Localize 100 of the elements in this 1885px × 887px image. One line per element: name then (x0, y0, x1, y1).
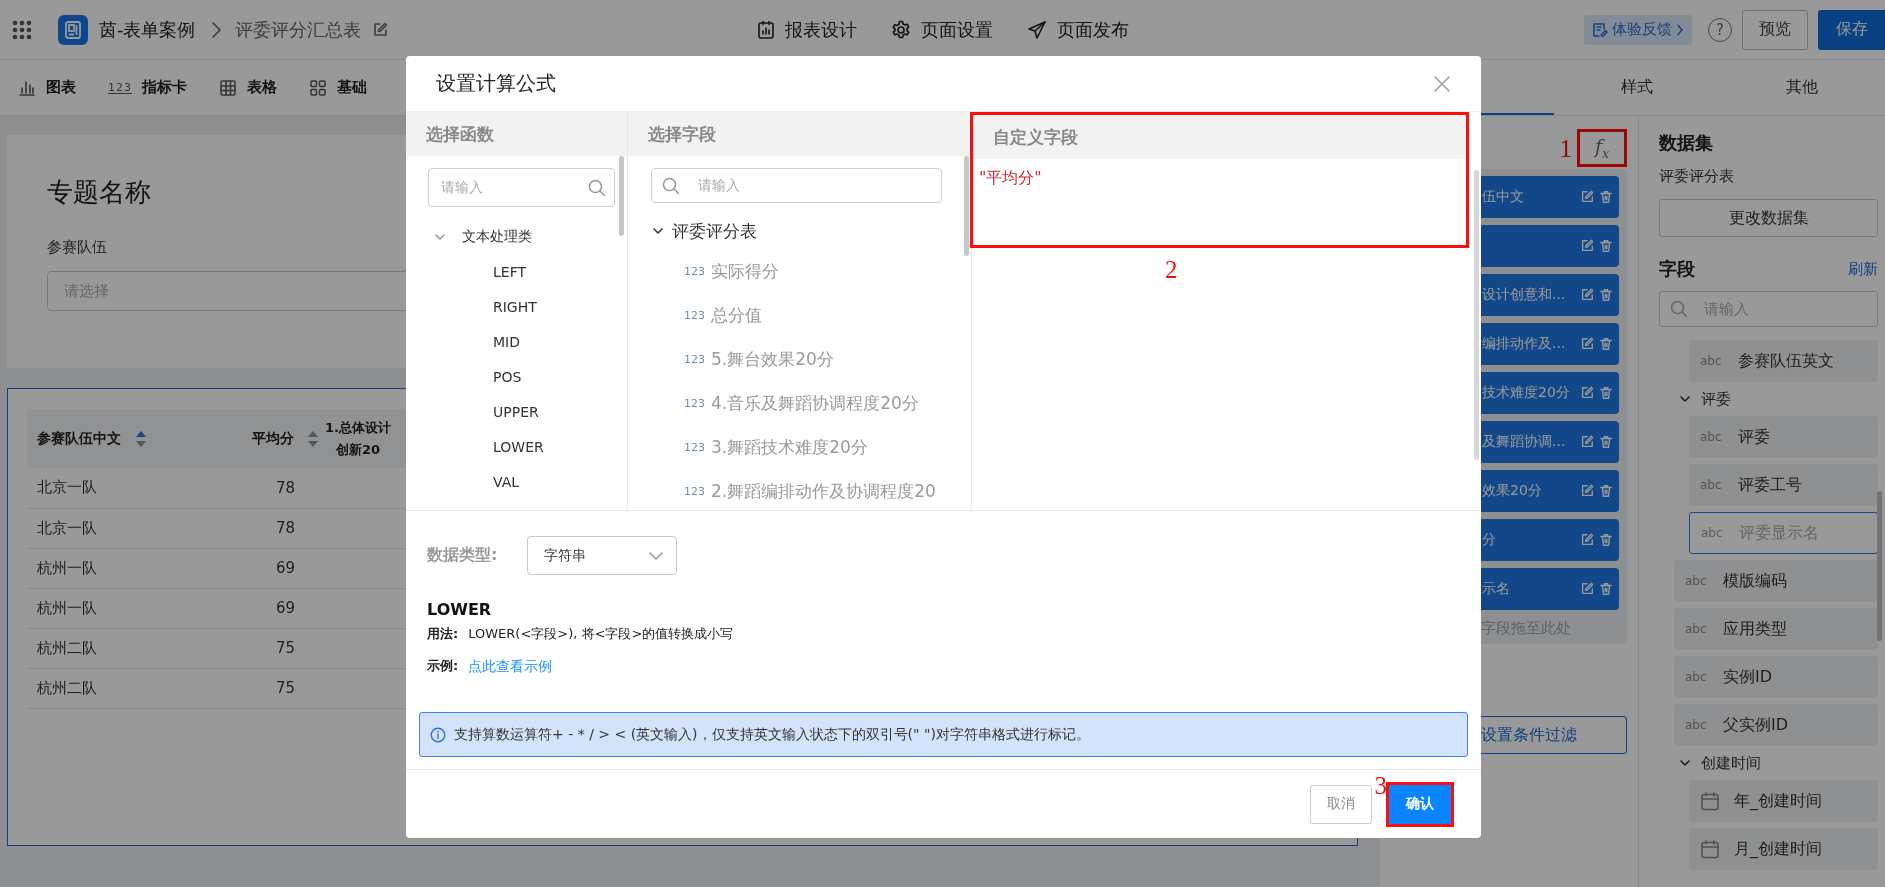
field-item[interactable]: 123 2.舞蹈编排动作及协调程度20 (628, 469, 971, 510)
table-cell: 78 (216, 468, 323, 508)
nav-tab[interactable]: 报表设计 (756, 17, 857, 42)
table-cell: 北京一队 (27, 468, 216, 508)
field-group[interactable]: 评委 (1674, 388, 1878, 410)
table-cell: 78 (216, 508, 323, 548)
save-button[interactable]: 保存 (1818, 9, 1885, 50)
example-label: 示例: (427, 657, 459, 675)
function-item[interactable]: UPPER (406, 395, 627, 430)
edit-icon (1580, 484, 1594, 498)
column-header[interactable]: 平均分 (216, 409, 323, 468)
field-item[interactable]: 123 总分值 (628, 293, 971, 337)
function-item[interactable]: VAL (406, 465, 627, 500)
table-cell: 69 (216, 588, 323, 628)
type-label: 123 (684, 396, 705, 410)
component-tab[interactable]: 123 指标卡 (106, 78, 189, 97)
field-chip[interactable]: 及舞蹈协调... (1481, 421, 1619, 463)
dataset-name: 评委评分表 (1659, 166, 1735, 186)
field-chip[interactable]: 示名 (1481, 568, 1619, 610)
column-heading: 选择函数 (406, 112, 627, 156)
trash-icon (1599, 484, 1613, 498)
close-icon (1433, 74, 1451, 93)
search-icon (1670, 300, 1688, 318)
change-dataset-button[interactable]: 更改数据集 (1659, 199, 1878, 237)
field-item[interactable]: abc 评委工号 (1689, 464, 1878, 506)
function-item[interactable]: POS (406, 360, 627, 395)
function-item[interactable]: RIGHT (406, 290, 627, 325)
nav-tab[interactable]: 页面发布 (1026, 17, 1129, 42)
annotation-number: 3 (1374, 772, 1387, 799)
field-group[interactable]: 创建时间 (1674, 752, 1878, 774)
field-item[interactable]: abc 参赛队伍英文 (1689, 340, 1878, 382)
app-name[interactable]: 茵-表单案例 (99, 17, 196, 42)
type-label: abc (1685, 622, 1708, 636)
table-cell: 69 (216, 548, 323, 588)
field-chip[interactable] (1481, 225, 1619, 267)
edit-icon (1580, 337, 1594, 351)
edit-icon (1580, 386, 1594, 400)
trash-icon (1599, 435, 1613, 449)
data-type-select[interactable]: 字符串 (527, 536, 677, 575)
field-item[interactable]: 123 5.舞台效果20分 (628, 337, 971, 381)
field-item[interactable]: abc 父实例ID (1674, 704, 1878, 746)
field-chip[interactable]: 伍中文 (1481, 176, 1619, 218)
condition-filter-button[interactable]: 设置条件过滤 (1481, 716, 1627, 754)
example-link[interactable]: 点此查看示例 (468, 656, 553, 676)
cancel-button[interactable]: 取消 (1310, 784, 1372, 824)
report-icon (756, 19, 775, 40)
settings-tab[interactable]: 样式 (1554, 60, 1720, 115)
confirm-button[interactable]: 确认 (1389, 784, 1451, 824)
notice-text: 支持算数运算符+ - * / > < (英文输入)，仅支持英文输入状态下的双引号(" ")对字符串格式进行标记。 (454, 725, 1090, 744)
field-item[interactable]: abc 应用类型 (1674, 608, 1878, 650)
chevron-right-icon (209, 20, 222, 39)
column-header[interactable]: 参赛队伍中文 (27, 409, 216, 468)
type-label: abc (1700, 430, 1723, 444)
field-item[interactable]: 123 3.舞蹈技术难度20分 (628, 425, 971, 469)
nav-tab[interactable]: 页面设置 (890, 17, 993, 42)
field-item[interactable]: abc 实例ID (1674, 656, 1878, 698)
feedback-icon (1592, 21, 1608, 38)
settings-tab[interactable]: 其他 (1719, 60, 1885, 115)
type-label: 123 (684, 352, 705, 366)
calendar-icon (1700, 791, 1720, 811)
close-button[interactable] (1433, 74, 1451, 93)
chevron-down-icon (648, 550, 664, 561)
app-logo-icon (58, 14, 88, 45)
function-category[interactable]: 文本处理类 (406, 219, 627, 255)
field-chip[interactable]: 效果20分 (1481, 470, 1619, 512)
field-chip[interactable]: 分 (1481, 519, 1619, 561)
feedback-button[interactable]: 体验反馈 (1584, 14, 1692, 45)
usage-label: 用法: (427, 625, 459, 643)
function-item[interactable]: LOWER (406, 430, 627, 465)
table-cell: 北京一队 (27, 508, 216, 548)
dialog-title: 设置计算公式 (436, 70, 556, 97)
field-item[interactable]: abc 模版编码 (1674, 560, 1878, 602)
field-label: 数据类型: (427, 545, 499, 566)
edit-icon (371, 21, 388, 38)
component-tab[interactable]: 基础 (307, 78, 369, 97)
field-item[interactable]: 年_创建时间 (1689, 780, 1878, 822)
component-tab[interactable]: 图表 (16, 78, 78, 97)
trash-icon (1599, 582, 1613, 596)
table-cell: 杭州一队 (27, 548, 216, 588)
trash-icon (1599, 533, 1613, 547)
preview-button[interactable]: 预览 (1742, 9, 1808, 50)
table-cell: 杭州一队 (27, 588, 216, 628)
trash-icon (1599, 288, 1613, 302)
formula-editor[interactable]: "平均分" (973, 159, 1466, 245)
table-node[interactable]: 评委评分表 (628, 213, 971, 249)
trash-icon (1599, 239, 1613, 253)
field-item[interactable]: 123 4.音乐及舞蹈协调程度20分 (628, 381, 971, 425)
refresh-link[interactable]: 刷新 (1848, 259, 1878, 279)
function-item[interactable]: LEFT (406, 255, 627, 290)
function-item[interactable]: MID (406, 325, 627, 360)
component-tab[interactable]: 表格 (217, 78, 279, 97)
field-chip[interactable]: 设计创意和... (1481, 274, 1619, 316)
edit-icon (1580, 582, 1594, 596)
field-chip[interactable]: 编排动作及... (1481, 323, 1619, 365)
paper-plane-icon (1026, 19, 1047, 40)
edit-icon (1580, 239, 1594, 253)
field-chip[interactable]: 技术难度20分 (1481, 372, 1619, 414)
field-item[interactable]: abc 评委 (1689, 416, 1878, 458)
field-item[interactable]: 123 实际得分 (628, 249, 971, 293)
field-item[interactable]: 月_创建时间 (1689, 828, 1878, 870)
